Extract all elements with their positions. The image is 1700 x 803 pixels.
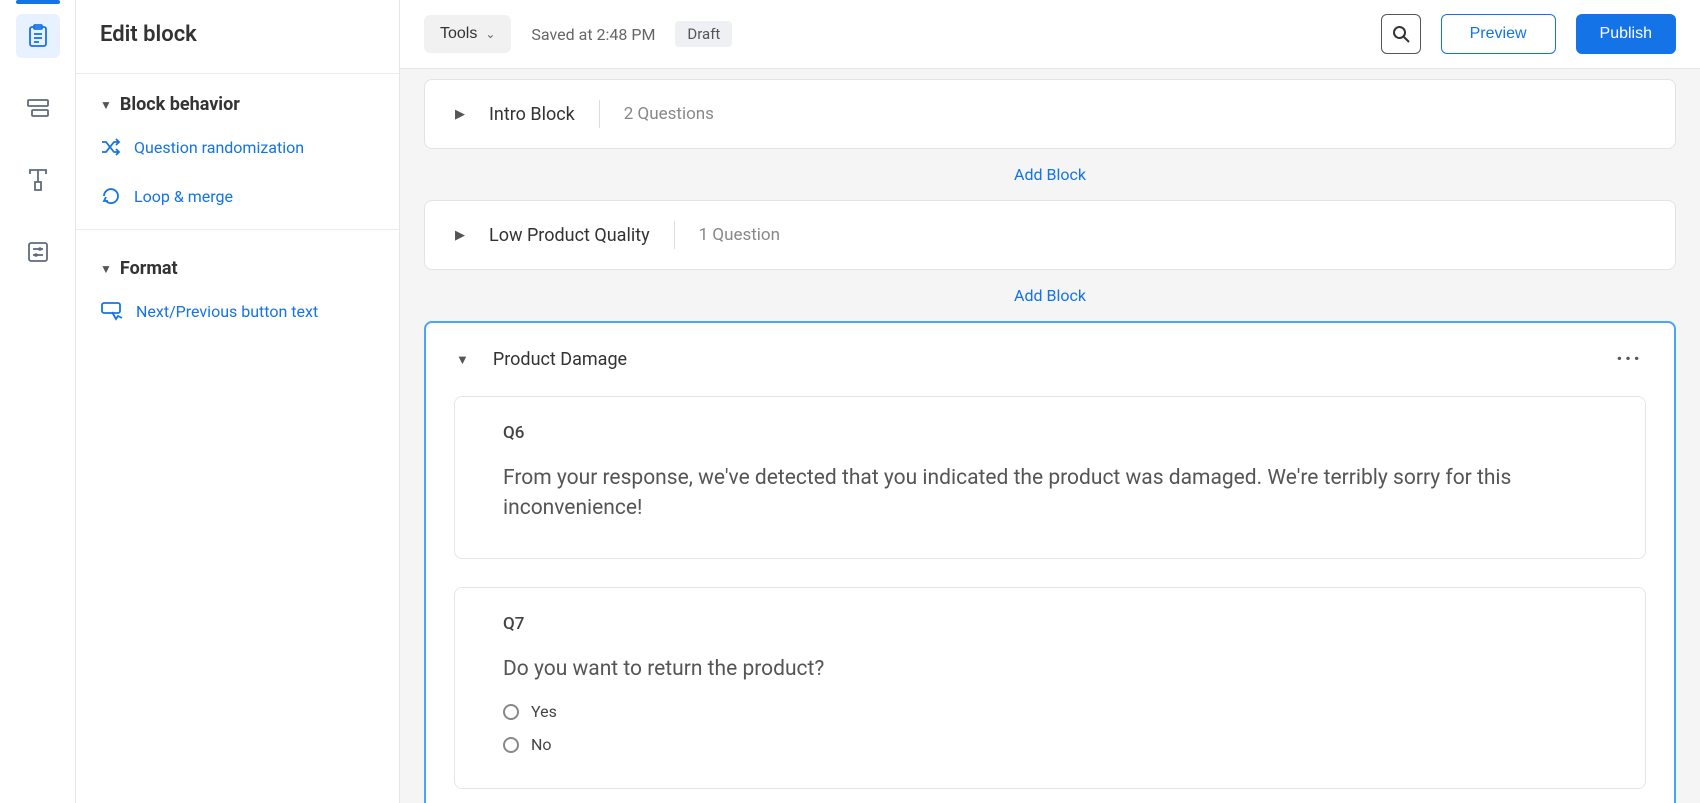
link-label: Question randomization <box>134 138 304 157</box>
caret-right-icon[interactable]: ▶ <box>451 107 465 122</box>
search-icon <box>1392 25 1410 43</box>
rail-flow-icon[interactable] <box>16 86 60 130</box>
block-title: Intro Block <box>489 104 575 125</box>
add-block-link[interactable]: Add Block <box>1014 165 1086 184</box>
link-loop-merge[interactable]: Loop & merge <box>76 171 399 221</box>
block-meta: 1 Question <box>699 225 780 245</box>
tools-label: Tools <box>440 25 477 43</box>
block-title: Product Damage <box>493 349 627 370</box>
link-question-randomization[interactable]: Question randomization <box>76 123 399 171</box>
question-id: Q7 <box>503 614 1597 634</box>
block-low-quality[interactable]: ▶ Low Product Quality 1 Question <box>424 200 1676 270</box>
block-meta: 2 Questions <box>624 104 714 124</box>
add-block-link[interactable]: Add Block <box>1014 286 1086 305</box>
separator <box>674 221 675 249</box>
question-text: Do you want to return the product? <box>503 654 1597 684</box>
rail-options-icon[interactable] <box>16 230 60 274</box>
search-button[interactable] <box>1381 14 1421 54</box>
question-list: Q6 From your response, we've detected th… <box>426 396 1674 803</box>
saved-timestamp: Saved at 2:48 PM <box>531 25 655 44</box>
loop-icon <box>100 185 122 207</box>
main-column: Tools ⌄ Saved at 2:48 PM Draft Preview P… <box>400 0 1700 803</box>
publish-button[interactable]: Publish <box>1576 14 1676 54</box>
link-label: Loop & merge <box>134 187 233 206</box>
caret-down-icon: ▼ <box>100 98 112 112</box>
link-next-prev-button-text[interactable]: Next/Previous button text <box>76 287 399 335</box>
toolbar: Tools ⌄ Saved at 2:48 PM Draft Preview P… <box>400 0 1700 69</box>
add-block-row: Add Block <box>424 270 1676 321</box>
caret-right-icon[interactable]: ▶ <box>451 228 465 243</box>
sidebar-title: Edit block <box>76 0 399 74</box>
block-header: ▼ Product Damage ··· <box>426 323 1674 396</box>
option-yes[interactable]: Yes <box>503 702 1597 721</box>
option-list: Yes No <box>503 702 1597 754</box>
rail-theme-icon[interactable] <box>16 158 60 202</box>
option-label: No <box>531 735 552 754</box>
sidebar-panel: Edit block ▼ Block behavior Question ran… <box>76 0 400 803</box>
radio-icon <box>503 704 519 720</box>
icon-rail <box>0 0 76 803</box>
survey-canvas: ▶ Intro Block 2 Questions Add Block ▶ Lo… <box>400 69 1700 803</box>
question-text: From your response, we've detected that … <box>503 463 1597 524</box>
preview-button[interactable]: Preview <box>1441 14 1556 54</box>
section-heading: Block behavior <box>120 94 240 115</box>
radio-icon <box>503 737 519 753</box>
question-q7[interactable]: Q7 Do you want to return the product? Ye… <box>454 587 1646 789</box>
question-q6[interactable]: Q6 From your response, we've detected th… <box>454 396 1646 559</box>
question-id: Q6 <box>503 423 1597 443</box>
rail-survey-icon[interactable] <box>16 14 60 58</box>
option-no[interactable]: No <box>503 735 1597 754</box>
section-block-behavior[interactable]: ▼ Block behavior <box>76 74 399 123</box>
block-product-damage: ▼ Product Damage ··· Q6 From your respon… <box>424 321 1676 803</box>
separator <box>599 100 600 128</box>
add-block-row: Add Block <box>424 149 1676 200</box>
divider <box>76 229 399 230</box>
caret-down-icon: ▼ <box>100 262 112 276</box>
link-label: Next/Previous button text <box>136 302 318 321</box>
tools-dropdown[interactable]: Tools ⌄ <box>424 15 511 53</box>
block-title: Low Product Quality <box>489 225 650 246</box>
section-format[interactable]: ▼ Format <box>76 238 399 287</box>
block-more-menu[interactable]: ··· <box>1610 343 1648 376</box>
chevron-down-icon: ⌄ <box>485 27 495 41</box>
cursor-box-icon <box>100 301 124 321</box>
status-badge: Draft <box>675 21 732 47</box>
shuffle-icon <box>100 137 122 157</box>
section-heading: Format <box>120 258 178 279</box>
caret-down-icon[interactable]: ▼ <box>452 352 469 368</box>
block-intro[interactable]: ▶ Intro Block 2 Questions <box>424 79 1676 149</box>
option-label: Yes <box>531 702 557 721</box>
